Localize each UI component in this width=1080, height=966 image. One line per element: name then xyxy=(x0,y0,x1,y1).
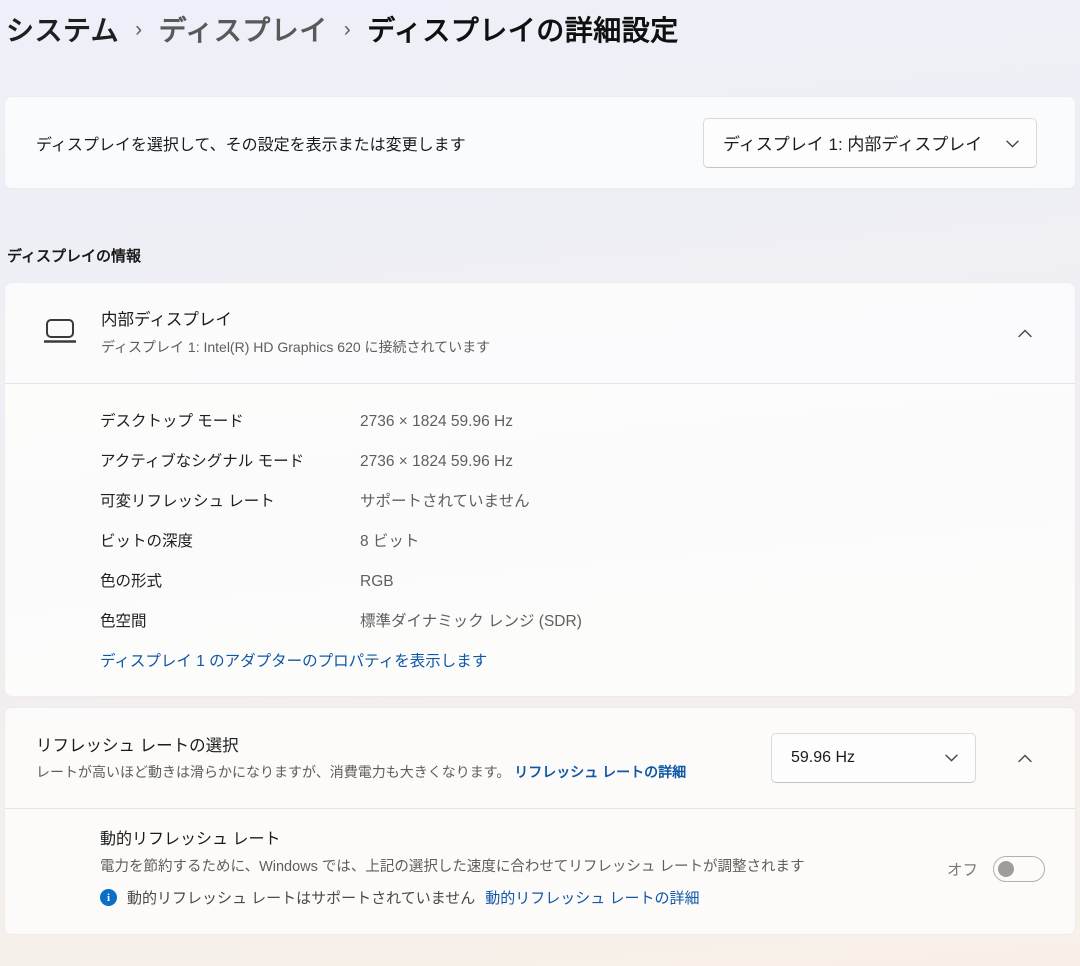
breadcrumb: システム › ディスプレイ › ディスプレイの詳細設定 xyxy=(4,0,1076,50)
breadcrumb-item-display[interactable]: ディスプレイ xyxy=(159,9,328,49)
dynamic-refresh-rate-info-text: 動的リフレッシュ レートはサポートされていません xyxy=(127,887,475,908)
chevron-right-icon: › xyxy=(344,16,352,42)
info-row-value: 2736 × 1824 59.96 Hz xyxy=(360,412,513,432)
info-row-label: アクティブなシグナル モード xyxy=(100,452,360,472)
info-row-label: 可変リフレッシュ レート xyxy=(100,492,360,512)
info-row-label: デスクトップ モード xyxy=(100,412,360,432)
toggle-state-label: オフ xyxy=(947,858,978,880)
chevron-down-icon xyxy=(1006,133,1019,153)
display-info-section-title: ディスプレイの情報 xyxy=(7,245,1076,282)
refresh-rate-row: リフレッシュ レートの選択 レートが高いほど動きは滑らかになりますが、消費電力も… xyxy=(5,708,1075,808)
breadcrumb-item-system[interactable]: システム xyxy=(6,9,119,49)
info-icon: i xyxy=(100,889,117,906)
dynamic-refresh-rate-info: i 動的リフレッシュ レートはサポートされていません 動的リフレッシュ レートの… xyxy=(100,887,804,908)
display-info-card-subtitle: ディスプレイ 1: Intel(R) HD Graphics 620 に接続され… xyxy=(101,338,490,356)
page-title: ディスプレイの詳細設定 xyxy=(367,9,679,49)
display-info-details: デスクトップ モード 2736 × 1824 59.96 Hz アクティブなシグ… xyxy=(5,384,1075,696)
refresh-rate-collapse-button[interactable] xyxy=(1005,740,1045,776)
dynamic-refresh-rate-toggle[interactable] xyxy=(993,856,1045,882)
dynamic-refresh-rate-description: 電力を節約するために、Windows では、上記の選択した速度に合わせてリフレッ… xyxy=(100,856,804,878)
refresh-rate-dropdown[interactable]: 59.96 Hz xyxy=(771,733,976,783)
refresh-rate-description: レートが高いほど動きは滑らかになりますが、消費電力も大きくなります。 リフレッシ… xyxy=(36,763,686,782)
info-row-variable-refresh-rate: 可変リフレッシュ レート サポートされていません xyxy=(100,492,1045,512)
display-select-dropdown-value: ディスプレイ 1: 内部ディスプレイ xyxy=(723,130,982,155)
display-select-card: ディスプレイを選択して、その設定を表示または変更します ディスプレイ 1: 内部… xyxy=(4,96,1076,189)
advanced-display-settings-page: システム › ディスプレイ › ディスプレイの詳細設定 ディスプレイを選択して、… xyxy=(0,0,1080,935)
refresh-rate-learn-more-link[interactable]: リフレッシュ レートの詳細 xyxy=(514,764,686,780)
refresh-rate-description-text: レートが高いほど動きは滑らかになりますが、消費電力も大きくなります。 xyxy=(36,764,510,780)
display-info-expander-header[interactable]: 内部ディスプレイ ディスプレイ 1: Intel(R) HD Graphics … xyxy=(5,283,1075,383)
dynamic-refresh-rate-learn-more-link[interactable]: 動的リフレッシュ レートの詳細 xyxy=(485,887,699,908)
info-row-value: 標準ダイナミック レンジ (SDR) xyxy=(360,612,582,632)
info-row-active-signal-mode: アクティブなシグナル モード 2736 × 1824 59.96 Hz xyxy=(100,452,1045,472)
refresh-rate-card: リフレッシュ レートの選択 レートが高いほど動きは滑らかになりますが、消費電力も… xyxy=(4,707,1076,935)
display-info-card: 内部ディスプレイ ディスプレイ 1: Intel(R) HD Graphics … xyxy=(4,282,1076,697)
toggle-knob xyxy=(998,861,1014,877)
adapter-properties-link[interactable]: ディスプレイ 1 のアダプターのプロパティを表示します xyxy=(100,652,487,672)
display-info-collapse-button[interactable] xyxy=(1005,315,1045,351)
info-row-bit-depth: ビットの深度 8 ビット xyxy=(100,532,1045,552)
dynamic-refresh-rate-row: 動的リフレッシュ レート 電力を節約するために、Windows では、上記の選択… xyxy=(5,809,1075,934)
laptop-icon xyxy=(43,317,77,350)
info-row-desktop-mode: デスクトップ モード 2736 × 1824 59.96 Hz xyxy=(100,412,1045,432)
display-info-card-title: 内部ディスプレイ xyxy=(101,310,490,331)
chevron-right-icon: › xyxy=(135,16,143,42)
refresh-rate-dropdown-value: 59.96 Hz xyxy=(791,749,855,767)
info-row-value: 8 ビット xyxy=(360,532,419,552)
refresh-rate-title: リフレッシュ レートの選択 xyxy=(36,735,686,757)
chevron-up-icon xyxy=(1018,326,1032,341)
info-row-label: ビットの深度 xyxy=(100,532,360,552)
chevron-down-icon xyxy=(945,749,958,767)
info-row-label: 色空間 xyxy=(100,612,360,632)
info-row-label: 色の形式 xyxy=(100,572,360,592)
display-select-dropdown[interactable]: ディスプレイ 1: 内部ディスプレイ xyxy=(703,118,1037,168)
chevron-up-icon xyxy=(1018,751,1032,766)
display-select-label: ディスプレイを選択して、その設定を表示または変更します xyxy=(36,131,466,155)
info-row-color-format: 色の形式 RGB xyxy=(100,572,1045,592)
info-row-color-space: 色空間 標準ダイナミック レンジ (SDR) xyxy=(100,612,1045,632)
info-row-value: 2736 × 1824 59.96 Hz xyxy=(360,452,513,472)
dynamic-refresh-rate-title: 動的リフレッシュ レート xyxy=(100,829,804,850)
info-row-value: サポートされていません xyxy=(360,492,530,512)
info-row-value: RGB xyxy=(360,572,394,592)
